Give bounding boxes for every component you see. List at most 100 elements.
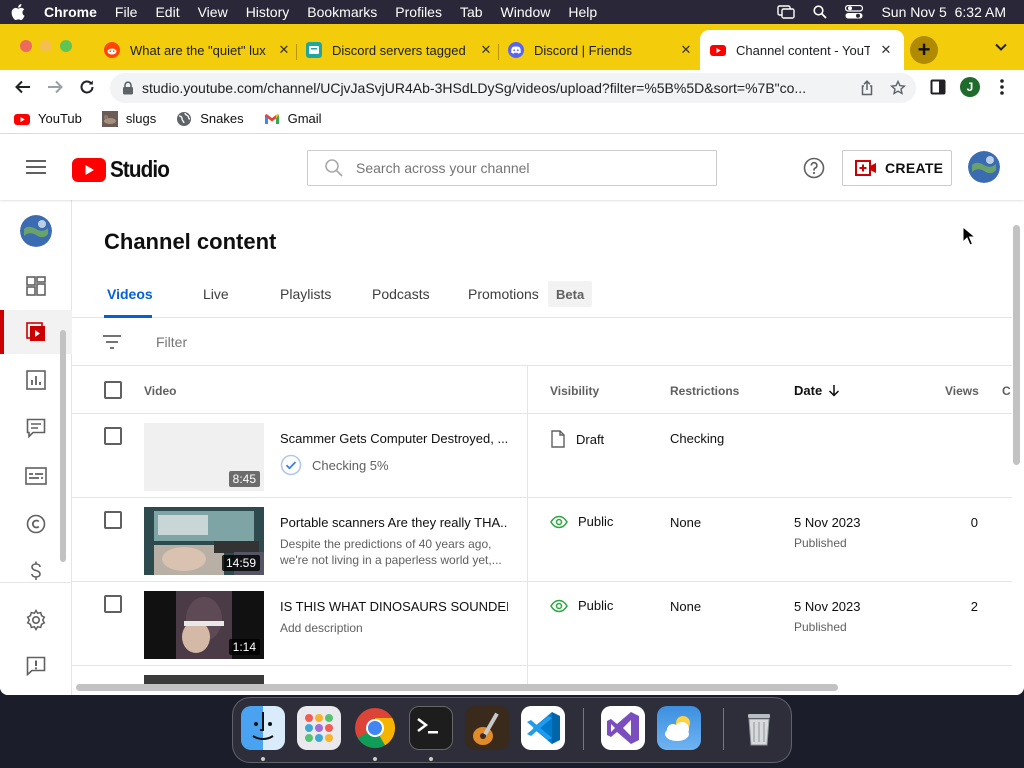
row-checkbox[interactable] <box>104 595 122 613</box>
help-icon[interactable] <box>803 157 825 179</box>
bookmark-gmail[interactable]: Gmail <box>264 111 322 127</box>
share-icon[interactable] <box>860 80 874 96</box>
close-tab-icon[interactable]: ✕ <box>478 42 494 58</box>
dock-separator <box>723 708 724 750</box>
video-title[interactable]: Portable scanners Are they really THA... <box>280 515 508 530</box>
browser-tab-reddit[interactable]: What are the "quiet" lux ✕ <box>104 36 292 64</box>
kebab-menu-icon[interactable] <box>991 76 1013 98</box>
upload-check-progress: Checking 5% <box>280 454 389 476</box>
youtube-studio-logo[interactable]: Studio <box>72 156 176 183</box>
channel-avatar[interactable] <box>20 215 52 247</box>
url-text[interactable]: studio.youtube.com/channel/UCjvJaSvjUR4A… <box>142 80 847 96</box>
video-title[interactable]: Scammer Gets Computer Destroyed, ... <box>280 431 508 446</box>
apple-icon[interactable] <box>0 4 36 20</box>
table-row[interactable] <box>72 666 1012 686</box>
menu-bookmarks[interactable]: Bookmarks <box>298 4 386 20</box>
filter-input[interactable] <box>156 330 456 354</box>
bookmark-star-icon[interactable] <box>890 80 906 96</box>
tab-podcasts[interactable]: Podcasts <box>372 286 430 302</box>
maximize-window-button[interactable] <box>60 40 72 52</box>
menu-tab[interactable]: Tab <box>451 4 492 20</box>
hamburger-menu-icon[interactable] <box>26 159 46 175</box>
forward-arrow-icon[interactable] <box>44 76 66 98</box>
account-avatar[interactable] <box>968 151 1000 183</box>
menu-view[interactable]: View <box>189 4 237 20</box>
vscode-icon[interactable] <box>521 706 565 750</box>
globe-icon <box>176 111 192 127</box>
close-tab-icon[interactable]: ✕ <box>276 42 292 58</box>
disboard-icon <box>306 42 322 58</box>
finder-icon[interactable] <box>241 706 285 750</box>
sidebar-item-dashboard[interactable] <box>0 264 72 308</box>
visibility-cell[interactable]: Public <box>550 514 613 529</box>
bookmark-youtube[interactable]: YouTub <box>14 111 82 127</box>
visibility-label: Draft <box>576 431 605 447</box>
close-window-button[interactable] <box>20 40 32 52</box>
lock-icon[interactable] <box>122 81 134 95</box>
tab-live[interactable]: Live <box>203 286 229 302</box>
views-cell: 2 <box>970 599 978 614</box>
new-tab-button[interactable]: + <box>910 36 938 64</box>
minimize-window-button[interactable] <box>40 40 52 52</box>
menu-file[interactable]: File <box>106 4 147 20</box>
back-arrow-icon[interactable] <box>12 76 34 98</box>
chrome-icon[interactable] <box>353 706 397 750</box>
video-thumbnail[interactable]: 14:59 <box>144 507 264 575</box>
table-row[interactable]: 14:59 Portable scanners Are they really … <box>72 498 1012 582</box>
control-center-icon[interactable] <box>845 5 864 19</box>
create-button[interactable]: CREATE <box>842 150 952 186</box>
reload-icon[interactable] <box>76 76 98 98</box>
table-row[interactable]: 1:14 IS THIS WHAT DINOSAURS SOUNDED ... … <box>72 582 1012 666</box>
tab-videos[interactable]: Videos <box>107 286 153 302</box>
page-vertical-scrollbar[interactable] <box>1013 225 1020 465</box>
trash-icon[interactable] <box>737 706 781 750</box>
terminal-icon[interactable] <box>409 706 453 750</box>
menu-help[interactable]: Help <box>559 4 606 20</box>
profile-avatar[interactable]: J <box>959 76 981 98</box>
sidebar-item-feedback[interactable] <box>0 644 72 688</box>
sidebar-scrollbar[interactable] <box>60 330 66 562</box>
table-row[interactable]: 8:45 Scammer Gets Computer Destroyed, ..… <box>72 414 1012 498</box>
horizontal-scrollbar[interactable] <box>76 684 838 691</box>
menu-app-name[interactable]: Chrome <box>36 4 106 20</box>
video-thumbnail[interactable]: 1:14 <box>144 591 264 659</box>
search-input[interactable] <box>356 160 676 176</box>
menu-profiles[interactable]: Profiles <box>386 4 451 20</box>
discord-icon <box>508 42 524 58</box>
copyright-icon <box>26 514 46 534</box>
tab-playlists[interactable]: Playlists <box>280 286 331 302</box>
tab-search-chevron-icon[interactable] <box>994 40 1008 54</box>
screen-mirroring-icon[interactable] <box>777 5 796 19</box>
visual-studio-icon[interactable] <box>601 706 645 750</box>
channel-search-box[interactable] <box>307 150 717 186</box>
visibility-cell[interactable]: Draft <box>550 430 604 448</box>
filter-icon[interactable] <box>102 335 122 349</box>
menubar-datetime[interactable]: Sun Nov 5 6:32 AM <box>881 4 1006 20</box>
spotlight-search-icon[interactable] <box>813 5 828 19</box>
select-all-checkbox[interactable] <box>104 381 122 399</box>
menu-window[interactable]: Window <box>492 4 560 20</box>
address-bar[interactable]: studio.youtube.com/channel/UCjvJaSvjUR4A… <box>110 73 916 103</box>
video-title[interactable]: IS THIS WHAT DINOSAURS SOUNDED ... <box>280 599 508 614</box>
menu-history[interactable]: History <box>237 4 299 20</box>
video-thumbnail[interactable]: 8:45 <box>144 423 264 491</box>
bookmark-slugs[interactable]: slugs <box>101 110 156 127</box>
side-panel-icon[interactable] <box>927 76 949 98</box>
weather-icon[interactable] <box>657 706 701 750</box>
column-header-date[interactable]: Date <box>794 383 840 398</box>
garageband-icon[interactable] <box>465 706 509 750</box>
launchpad-icon[interactable] <box>297 706 341 750</box>
browser-tab-youtube-studio[interactable]: Channel content - YouTu ✕ <box>700 30 904 70</box>
bookmark-snakes[interactable]: Snakes <box>176 111 244 127</box>
menu-edit[interactable]: Edit <box>146 4 188 20</box>
close-tab-icon[interactable]: ✕ <box>678 42 694 58</box>
progress-text: Checking 5% <box>312 457 389 473</box>
row-checkbox[interactable] <box>104 427 122 445</box>
browser-tab-discord[interactable]: Discord | Friends ✕ <box>508 36 694 64</box>
visibility-cell[interactable]: Public <box>550 598 613 613</box>
close-tab-icon[interactable]: ✕ <box>878 42 894 58</box>
sidebar-item-settings[interactable] <box>0 598 72 642</box>
browser-tab-disboard[interactable]: Discord servers tagged ✕ <box>306 36 494 64</box>
tab-promotions[interactable]: Promotions <box>468 286 539 302</box>
row-checkbox[interactable] <box>104 511 122 529</box>
